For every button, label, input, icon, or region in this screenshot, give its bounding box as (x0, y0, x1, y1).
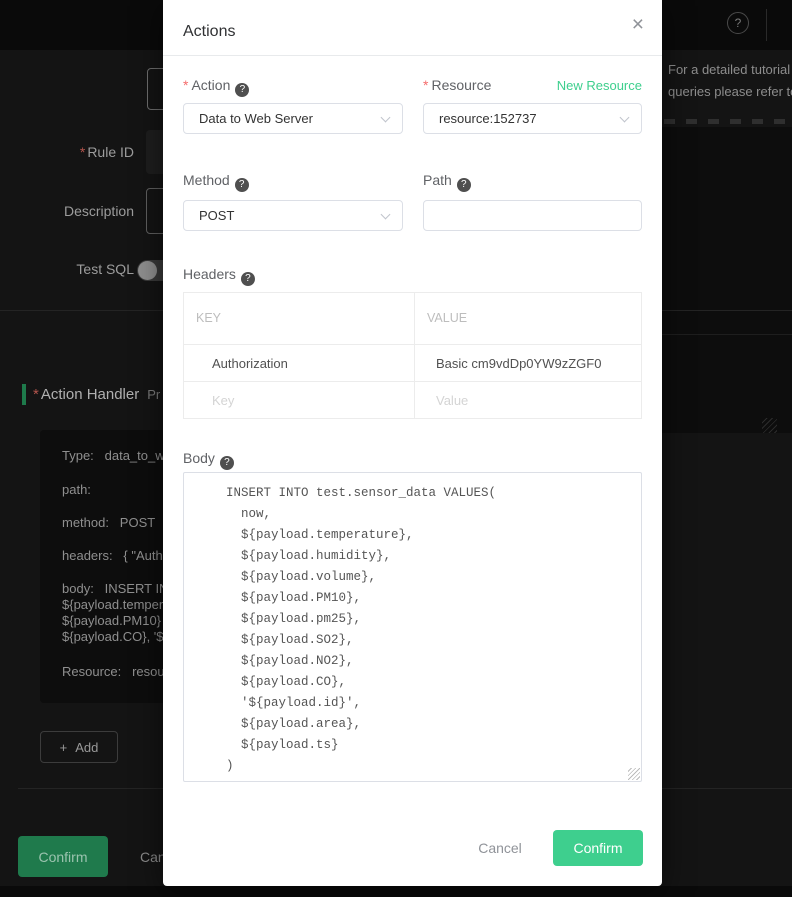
value-column-header: VALUE (415, 293, 467, 344)
tutorial-text-line2: queries please refer to (668, 84, 792, 99)
header-value-cell[interactable]: Basic cm9vdDp0YW9zZGF0 (415, 345, 601, 381)
chevron-down-icon (620, 113, 630, 123)
panel-divider (662, 334, 792, 335)
resize-grip-icon[interactable] (628, 768, 640, 780)
section-accent-bar (22, 384, 26, 405)
chevron-down-icon (381, 210, 391, 220)
modal-title: Actions (183, 23, 235, 41)
handler-body-line: body: INSERT IN (62, 581, 168, 596)
header-key-input[interactable]: Key (184, 382, 415, 418)
add-action-button: +Add (40, 731, 118, 763)
modal-header: Actions × (163, 0, 662, 56)
rule-id-label: *Rule ID (0, 144, 134, 160)
chevron-down-icon (381, 113, 391, 123)
help-icon[interactable]: ? (457, 178, 471, 192)
required-asterisk: * (183, 77, 188, 93)
help-icon[interactable]: ? (220, 456, 234, 470)
header-placeholder-row: Key Value (184, 381, 641, 418)
key-column-header: KEY (184, 293, 415, 344)
page-cancel-button: Cancel (140, 849, 163, 867)
bottom-bar (0, 886, 792, 897)
test-sql-label: Test SQL (0, 261, 134, 277)
new-resource-link[interactable]: New Resource (557, 78, 642, 93)
help-icon[interactable]: ? (241, 272, 255, 286)
handler-method-line: method: POST (62, 515, 155, 530)
tutorial-text-line1: For a detailed tutorial (668, 62, 790, 77)
handler-body-line3: ${payload.PM10} (62, 613, 161, 628)
page-root: ? For a detailed tutorial queries please… (0, 0, 792, 897)
resource-select[interactable]: resource:152737 (423, 103, 642, 134)
action-handler-heading: *Action HandlerPr (33, 386, 160, 403)
path-label: Path? (423, 172, 471, 192)
description-label: Description (0, 203, 134, 219)
body-label: Body? (183, 450, 234, 470)
required-asterisk: * (80, 144, 85, 160)
headers-label: Headers? (183, 266, 255, 286)
header-key-cell[interactable]: Authorization (184, 345, 415, 381)
close-icon[interactable]: × (632, 14, 644, 35)
confirm-button[interactable]: Confirm (553, 830, 643, 866)
required-asterisk: * (33, 386, 39, 403)
path-input[interactable] (423, 200, 642, 231)
action-handler-hint: Pr (147, 387, 160, 402)
handler-type-line: Type: data_to_w (62, 448, 165, 463)
headers-table: KEY VALUE Authorization Basic cm9vdDp0YW… (183, 292, 642, 419)
dashed-divider (664, 119, 792, 124)
help-glyph: ? (735, 16, 742, 30)
required-asterisk: * (423, 77, 428, 93)
help-icon[interactable]: ? (235, 83, 249, 97)
handler-path-line: path: (62, 482, 91, 497)
resize-grip-icon (762, 418, 777, 433)
headers-table-header: KEY VALUE (184, 293, 641, 344)
handler-headers-line: headers: { "Auth (62, 548, 163, 563)
header-divider (766, 9, 767, 41)
method-select[interactable]: POST (183, 200, 403, 231)
toggle-knob (138, 261, 157, 280)
page-confirm-button: Confirm (18, 836, 108, 877)
method-label: Method? (183, 172, 249, 192)
plus-icon: + (60, 740, 68, 755)
handler-body-line2: ${payload.temper (62, 597, 163, 612)
help-icon: ? (727, 12, 749, 34)
action-label: *Action? (183, 77, 249, 97)
handler-body-line4: ${payload.CO}, '$ (62, 629, 164, 644)
sql-editor-panel (662, 127, 792, 433)
header-row: Authorization Basic cm9vdDp0YW9zZGF0 (184, 344, 641, 381)
handler-resource-line: Resource: resou (62, 664, 165, 679)
actions-modal: Actions × *Action? *Resource New Resourc… (163, 0, 662, 886)
body-textarea[interactable]: INSERT INTO test.sensor_data VALUES( now… (183, 472, 642, 782)
resource-label: *Resource (423, 77, 491, 93)
help-icon[interactable]: ? (235, 178, 249, 192)
cancel-button[interactable]: Cancel (463, 832, 537, 864)
action-select[interactable]: Data to Web Server (183, 103, 403, 134)
header-value-input[interactable]: Value (415, 382, 468, 418)
